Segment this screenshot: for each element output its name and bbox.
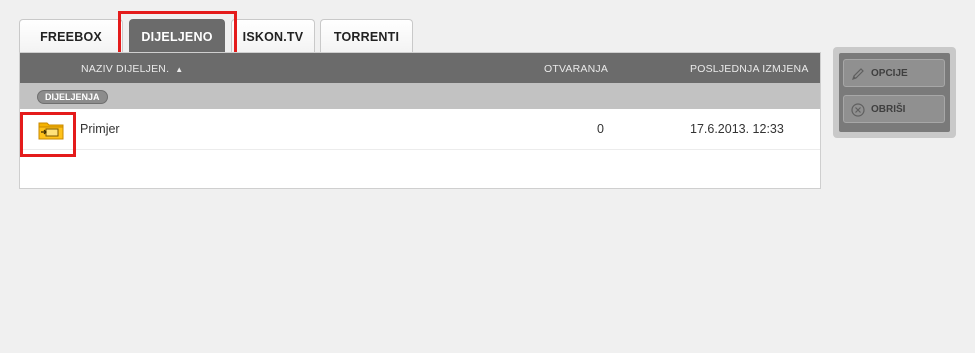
file-name[interactable]: Primjer xyxy=(80,122,120,136)
options-button[interactable]: OPCIJE xyxy=(843,59,945,87)
delete-label: OBRIŠI xyxy=(871,103,906,115)
modified-date: 17.6.2013. 12:33 xyxy=(690,122,784,136)
tab-dijeljeno[interactable]: DIJELJENO xyxy=(129,19,225,53)
table-header: NAZIV DIJELJEN. ▲ OTVARANJA POSLJEDNJA IZ… xyxy=(20,53,820,83)
table-row[interactable]: Primjer 0 17.6.2013. 12:33 xyxy=(20,109,820,150)
column-header-name[interactable]: NAZIV DIJELJEN. ▲ xyxy=(81,63,183,75)
group-label-badge: DIJELJENJA xyxy=(37,90,108,104)
open-count: 0 xyxy=(597,122,604,136)
options-label: OPCIJE xyxy=(871,67,908,79)
column-header-opens[interactable]: OTVARANJA xyxy=(544,63,608,75)
delete-circle-icon xyxy=(851,103,865,117)
shared-folder-icon[interactable] xyxy=(38,120,64,140)
delete-button[interactable]: OBRIŠI xyxy=(843,95,945,123)
action-panel-inner: OPCIJE OBRIŠI xyxy=(839,53,950,132)
action-panel: OPCIJE OBRIŠI xyxy=(833,47,956,138)
column-header-modified[interactable]: POSLJEDNJA IZMJENA xyxy=(690,63,809,75)
pencil-icon xyxy=(852,68,864,80)
tab-torrenti[interactable]: TORRENTI xyxy=(320,19,413,53)
group-row: DIJELJENJA xyxy=(20,83,820,109)
tab-iskon-tv[interactable]: ISKON.TV xyxy=(231,19,315,53)
tab-freebox[interactable]: FREEBOX xyxy=(19,19,123,53)
shared-files-panel: NAZIV DIJELJEN. ▲ OTVARANJA POSLJEDNJA IZ… xyxy=(19,52,821,189)
sort-ascending-icon: ▲ xyxy=(175,65,184,74)
